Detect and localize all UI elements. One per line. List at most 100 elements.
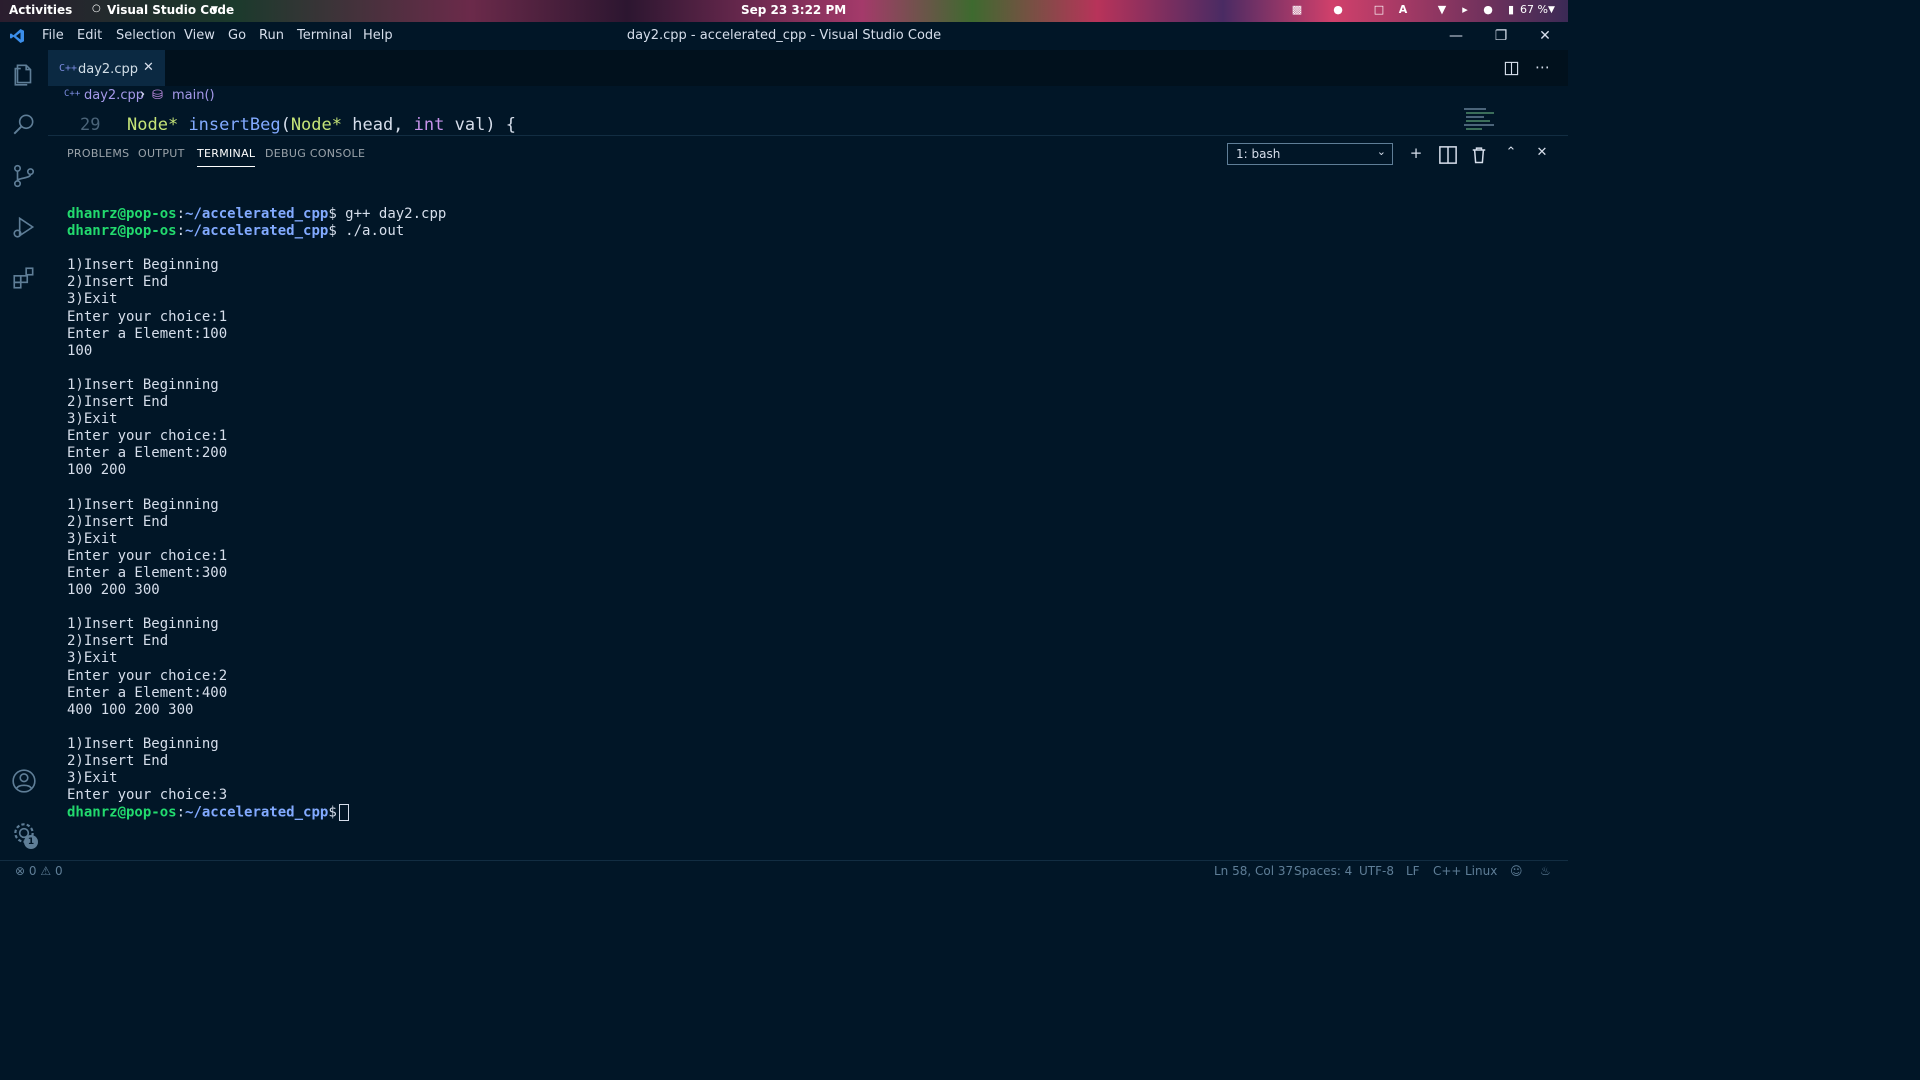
system-menu-dropdown-icon[interactable]: ▼ <box>1548 5 1555 15</box>
prompt-user: dhanrz@pop-os <box>67 223 177 240</box>
command-text: g++ day2.cpp <box>336 206 447 222</box>
terminal-line: Enter your choice:2 <box>67 667 228 684</box>
menu-terminal[interactable]: Terminal <box>297 28 352 43</box>
close-icon[interactable]: ✕ <box>143 60 154 75</box>
terminal-line: 1)Insert Beginning <box>67 616 219 633</box>
terminal-line: 1)Insert Beginning <box>67 735 219 752</box>
feedback-icon[interactable]: ☺ <box>1510 864 1523 878</box>
tab-problems[interactable]: PROBLEMS <box>67 147 129 160</box>
close-panel-icon[interactable]: ✕ <box>1532 144 1552 164</box>
menu-help[interactable]: Help <box>363 28 393 43</box>
minimize-button[interactable]: — <box>1441 26 1471 46</box>
menu-edit[interactable]: Edit <box>77 28 102 43</box>
terminal-line: 1)Insert Beginning <box>67 257 219 274</box>
menu-run[interactable]: Run <box>259 28 284 43</box>
prompt-path: ~/accelerated_cpp <box>185 223 329 240</box>
vscode-logo-icon <box>10 29 24 43</box>
accounts-icon[interactable] <box>11 768 37 794</box>
error-icon: ⊗ <box>15 864 26 878</box>
cursor-position-status[interactable]: Ln 58, Col 37 <box>1214 864 1293 878</box>
activities-button[interactable]: Activities <box>9 3 72 17</box>
indentation-status[interactable]: Spaces: 4 <box>1294 864 1352 878</box>
breadcrumb: C++ day2.cpp › ⛁ main() <box>48 86 1568 106</box>
tab-output[interactable]: OUTPUT <box>138 147 185 160</box>
terminal-line: 3)Exit <box>67 770 118 787</box>
os-status[interactable]: Linux <box>1465 864 1497 878</box>
new-terminal-icon[interactable]: + <box>1406 144 1426 164</box>
bottom-panel: PROBLEMS OUTPUT TERMINAL DEBUG CONSOLE 1… <box>48 135 1568 861</box>
close-window-button[interactable]: ✕ <box>1530 26 1560 46</box>
prompt-path: ~/accelerated_cpp <box>185 206 329 222</box>
code-line: Node* insertBeg(Node* head, int val) { <box>127 115 517 135</box>
explorer-icon[interactable] <box>11 62 37 88</box>
terminal-command-line: dhanrz@pop-os:~/accelerated_cpp$ g++ day… <box>67 206 447 222</box>
input-method-icon[interactable]: A <box>1396 3 1410 17</box>
cpp-file-icon: C++ <box>64 89 81 99</box>
chevron-right-icon: › <box>140 87 146 102</box>
code-token-param-type: Node* <box>290 115 342 135</box>
more-actions-icon[interactable]: ⋯ <box>1535 58 1550 76</box>
terminal-line: 3)Exit <box>67 411 118 428</box>
breadcrumb-file[interactable]: day2.cpp <box>84 88 144 103</box>
kill-terminal-trash-icon[interactable] <box>1469 145 1489 165</box>
terminal-line: 1)Insert Beginning <box>67 376 219 393</box>
battery-percentage[interactable]: 67 % <box>1520 3 1548 16</box>
run-debug-icon[interactable] <box>11 214 37 240</box>
line-number: 29 <box>80 115 101 135</box>
screen-icon[interactable]: ▩ <box>1290 3 1304 17</box>
battery-icon[interactable]: ▮ <box>1504 3 1518 17</box>
microphone-icon[interactable]: ● <box>1481 3 1495 17</box>
split-editor-icon[interactable] <box>1504 61 1519 76</box>
tab-day2-cpp[interactable]: C++ day2.cpp ✕ <box>48 50 165 87</box>
zoom-icon[interactable]: ● <box>1331 3 1345 17</box>
volume-icon[interactable]: ▸ <box>1458 3 1472 17</box>
terminal-line: Enter a Element:400 <box>67 684 228 701</box>
terminal-line: Enter a Element:200 <box>67 445 228 462</box>
terminal-shell-select[interactable]: 1: bash ⌄ <box>1227 143 1393 165</box>
method-symbol-icon: ⛁ <box>152 88 163 103</box>
menu-view[interactable]: View <box>184 28 215 43</box>
encoding-status[interactable]: UTF-8 <box>1359 864 1394 878</box>
app-icon: ○ <box>92 3 101 14</box>
tab-debug-console[interactable]: DEBUG CONSOLE <box>265 147 365 160</box>
wifi-icon[interactable]: ▼ <box>1435 3 1449 17</box>
prompt-path: ~/accelerated_cpp <box>185 804 329 821</box>
terminal-output[interactable]: dhanrz@pop-os:~/accelerated_cpp$ g++ day… <box>67 206 1547 822</box>
clock[interactable]: Sep 23 3:22 PM <box>741 3 846 17</box>
restore-button[interactable]: ❐ <box>1486 26 1516 46</box>
terminal-line: Enter a Element:100 <box>67 325 228 342</box>
tab-terminal[interactable]: TERMINAL <box>197 147 256 167</box>
terminal-line: Enter your choice:3 <box>67 787 228 804</box>
split-terminal-icon[interactable] <box>1438 145 1458 165</box>
maximize-panel-chevron-up-icon[interactable]: ⌃ <box>1501 144 1521 164</box>
code-editor[interactable]: 29 Node* insertBeg(Node* head, int val) … <box>48 106 1568 135</box>
eol-status[interactable]: LF <box>1406 864 1420 878</box>
menu-file[interactable]: File <box>42 28 64 43</box>
breadcrumb-symbol[interactable]: main() <box>172 88 215 103</box>
terminal-line: Enter a Element:300 <box>67 564 228 581</box>
code-token-param: head, <box>342 115 414 135</box>
prompt-user: dhanrz@pop-os <box>67 206 177 222</box>
extensions-icon[interactable] <box>11 265 37 291</box>
terminal-line: 1)Insert Beginning <box>67 496 219 513</box>
menu-go[interactable]: Go <box>228 28 246 43</box>
terminal-line: 3)Exit <box>67 291 118 308</box>
activity-bar: 1 <box>0 50 48 860</box>
keyboard-icon[interactable]: □ <box>1372 3 1386 17</box>
errors-status[interactable]: ⊗ 0 ⚠ 0 <box>15 864 63 878</box>
terminal-line: 100 <box>67 342 93 359</box>
minimap[interactable] <box>1464 106 1500 134</box>
search-icon[interactable] <box>11 112 37 138</box>
error-count: 0 <box>28 864 37 878</box>
app-menu-dropdown-icon[interactable]: ▼ <box>211 5 218 15</box>
terminal-line: 3)Exit <box>67 530 118 547</box>
source-control-icon[interactable] <box>11 163 37 189</box>
window-title-bar: File Edit Selection View Go Run Terminal… <box>0 22 1568 50</box>
terminal-line: 2)Insert End <box>67 753 169 769</box>
menu-selection[interactable]: Selection <box>116 28 176 43</box>
terminal-line: Enter your choice:1 <box>67 308 228 325</box>
notifications-bell-icon[interactable]: ♨ <box>1540 864 1551 878</box>
language-status[interactable]: C++ <box>1433 864 1462 878</box>
terminal-line: 100 200 300 <box>67 582 160 599</box>
